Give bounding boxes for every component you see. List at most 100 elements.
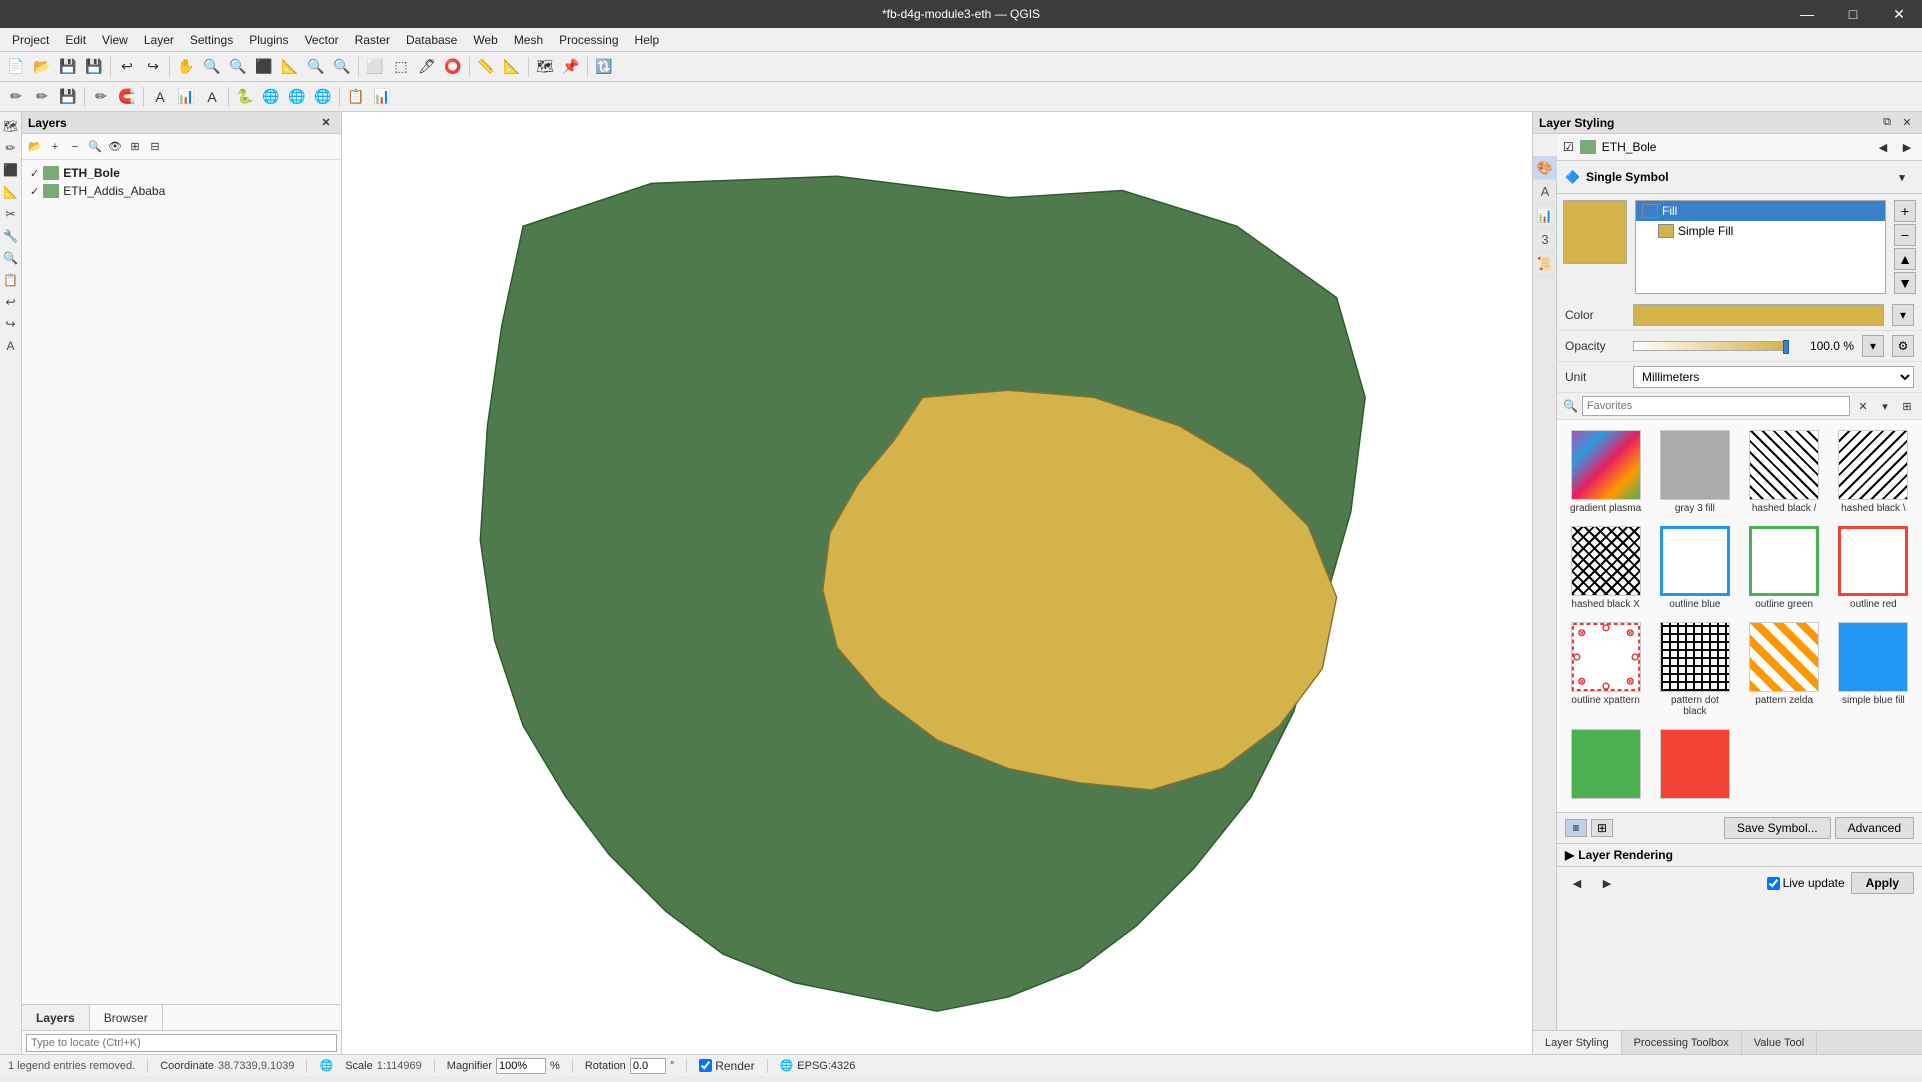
tb-label2[interactable]: A [200, 85, 224, 109]
symbol-cell-gradient-plasma[interactable]: gradient plasma [1563, 426, 1648, 518]
layers-add-layer[interactable]: + [46, 138, 64, 156]
menu-web[interactable]: Web [465, 31, 505, 49]
sbt-tab-processing[interactable]: Processing Toolbox [1622, 1031, 1742, 1054]
symbol-tree-add[interactable]: + [1894, 200, 1916, 222]
menu-plugins[interactable]: Plugins [241, 31, 296, 49]
tb-select-radius[interactable]: ⭕ [441, 55, 465, 79]
tb-pan[interactable]: ✋ [174, 55, 198, 79]
layers-expand-all[interactable]: ⊞ [126, 138, 144, 156]
color-dropdown-btn[interactable]: ▾ [1892, 304, 1914, 326]
right-panel-close[interactable]: ✕ [1898, 114, 1916, 132]
layers-toggle-all[interactable]: 👁 [106, 138, 124, 156]
minimize-button[interactable]: — [1784, 0, 1830, 28]
favorites-grid-view[interactable]: ⊞ [1898, 397, 1916, 415]
menu-mesh[interactable]: Mesh [506, 31, 551, 49]
symbol-cell-zelda[interactable]: pattern zelda [1742, 618, 1827, 721]
tb-zoom-full[interactable]: ⬛ [252, 55, 276, 79]
menu-edit[interactable]: Edit [57, 31, 94, 49]
sbt-tab-value-tool[interactable]: Value Tool [1742, 1031, 1817, 1054]
symbol-tree-remove[interactable]: − [1894, 224, 1916, 246]
tb-open-table[interactable]: 📋 [344, 85, 368, 109]
tb-annotations[interactable]: 📌 [559, 55, 583, 79]
tb-select-freehand[interactable]: 🖊 [415, 55, 439, 79]
tb-zoom-in[interactable]: 🔍 [200, 55, 224, 79]
sidebar-btn-1[interactable]: 🗺 [1, 116, 21, 136]
history-back-btn[interactable]: ◀ [1565, 871, 1589, 895]
tab-browser[interactable]: Browser [90, 1005, 163, 1030]
layers-filter[interactable]: 🔍 [86, 138, 104, 156]
style-tab-history[interactable]: 📜 [1533, 252, 1557, 276]
layer-item-eth-bole[interactable]: ✓ ETH_Bole [26, 164, 337, 182]
sidebar-btn-3[interactable]: ⬛ [1, 160, 21, 180]
tb-osm[interactable]: 🌐 [259, 85, 283, 109]
tb-current-edits[interactable]: ✏ [4, 85, 28, 109]
right-panel-float[interactable]: ⧉ [1878, 114, 1896, 132]
style-tab-diagrams[interactable]: 📊 [1533, 204, 1557, 228]
symbol-cell-green-solid[interactable] [1563, 725, 1648, 806]
symbol-tree-up[interactable]: ▲ [1894, 248, 1916, 270]
tb-label[interactable]: A [148, 85, 172, 109]
menu-settings[interactable]: Settings [182, 31, 241, 49]
symbol-type-dropdown[interactable]: ▾ [1890, 165, 1914, 189]
sidebar-btn-2[interactable]: ✏ [1, 138, 21, 158]
layers-collapse-all[interactable]: ⊟ [146, 138, 164, 156]
apply-button[interactable]: Apply [1851, 872, 1914, 894]
layer-selector-next[interactable]: ▶ [1898, 138, 1916, 156]
tb-zoom-layer[interactable]: 📐 [278, 55, 302, 79]
layers-remove-layer[interactable]: − [66, 138, 84, 156]
tb-measure-area[interactable]: 📐 [500, 55, 524, 79]
save-symbol-button[interactable]: Save Symbol... [1724, 817, 1831, 839]
symbol-cell-outline-green[interactable]: outline green [1742, 522, 1827, 614]
tb-digitize[interactable]: ✏ [89, 85, 113, 109]
unit-select[interactable]: Millimeters Pixels Points [1633, 366, 1914, 388]
menu-layer[interactable]: Layer [136, 31, 182, 49]
tb-new[interactable]: 📄 [4, 55, 28, 79]
symbol-cell-xpattern[interactable]: outline xpattern [1563, 618, 1648, 721]
layer-selector-prev[interactable]: ◀ [1874, 138, 1892, 156]
tb-select-rect[interactable]: ⬜ [363, 55, 387, 79]
symbol-tree-item-fill[interactable]: Fill [1636, 201, 1885, 221]
tb-redo[interactable]: ↪ [141, 55, 165, 79]
view-details-btn[interactable]: ⊞ [1591, 819, 1613, 837]
sidebar-btn-7[interactable]: 🔍 [1, 248, 21, 268]
symbol-cell-gray3[interactable]: gray 3 fill [1652, 426, 1737, 518]
sidebar-btn-11[interactable]: A [1, 336, 21, 356]
sidebar-btn-8[interactable]: 📋 [1, 270, 21, 290]
magnifier-input[interactable] [496, 1058, 546, 1074]
menu-raster[interactable]: Raster [347, 31, 398, 49]
tb-snapping[interactable]: 🧲 [115, 85, 139, 109]
layer-rendering-header[interactable]: ▶ Layer Rendering [1565, 848, 1914, 862]
layers-panel-close[interactable]: ✕ [317, 114, 335, 132]
sidebar-btn-5[interactable]: ✂ [1, 204, 21, 224]
symbol-cell-red-solid[interactable] [1652, 725, 1737, 806]
symbol-cell-simple-blue[interactable]: simple blue fill [1831, 618, 1916, 721]
sidebar-btn-6[interactable]: 🔧 [1, 226, 21, 246]
tb-stats[interactable]: 📊 [370, 85, 394, 109]
tb-measure[interactable]: 📏 [474, 55, 498, 79]
favorites-clear[interactable]: ✕ [1854, 397, 1872, 415]
layer-check-eth-bole[interactable]: ✓ [30, 167, 39, 180]
tb-zoom-select[interactable]: 🔍 [304, 55, 328, 79]
layer-check-eth-addis[interactable]: ✓ [30, 185, 39, 198]
menu-database[interactable]: Database [398, 31, 465, 49]
rotation-input[interactable] [630, 1058, 666, 1074]
tb-refresh[interactable]: 🔃 [592, 55, 616, 79]
tb-save-edits[interactable]: 💾 [56, 85, 80, 109]
opacity-slider-handle[interactable] [1783, 340, 1789, 354]
symbol-tree-down[interactable]: ▼ [1894, 272, 1916, 294]
tb-plugin2[interactable]: 🌐 [311, 85, 335, 109]
symbol-cell-outline-red[interactable]: outline red [1831, 522, 1916, 614]
tab-layers[interactable]: Layers [22, 1005, 90, 1030]
style-tab-labels[interactable]: A [1533, 180, 1557, 204]
menu-vector[interactable]: Vector [297, 31, 347, 49]
symbol-cell-hashed-fwd[interactable]: hashed black / [1742, 426, 1827, 518]
opacity-edit-btn[interactable]: ⚙ [1892, 335, 1914, 357]
tb-identify[interactable]: 🔍 [330, 55, 354, 79]
symbol-tree-item-simple-fill[interactable]: Simple Fill [1636, 221, 1885, 241]
style-tab-3d[interactable]: 3 [1533, 228, 1557, 252]
tb-toggle-edit[interactable]: ✏ [30, 85, 54, 109]
tb-field-calc[interactable]: 📊 [174, 85, 198, 109]
advanced-button[interactable]: Advanced [1835, 817, 1914, 839]
tb-qgis2web[interactable]: 🌐 [285, 85, 309, 109]
render-checkbox[interactable] [699, 1059, 712, 1072]
